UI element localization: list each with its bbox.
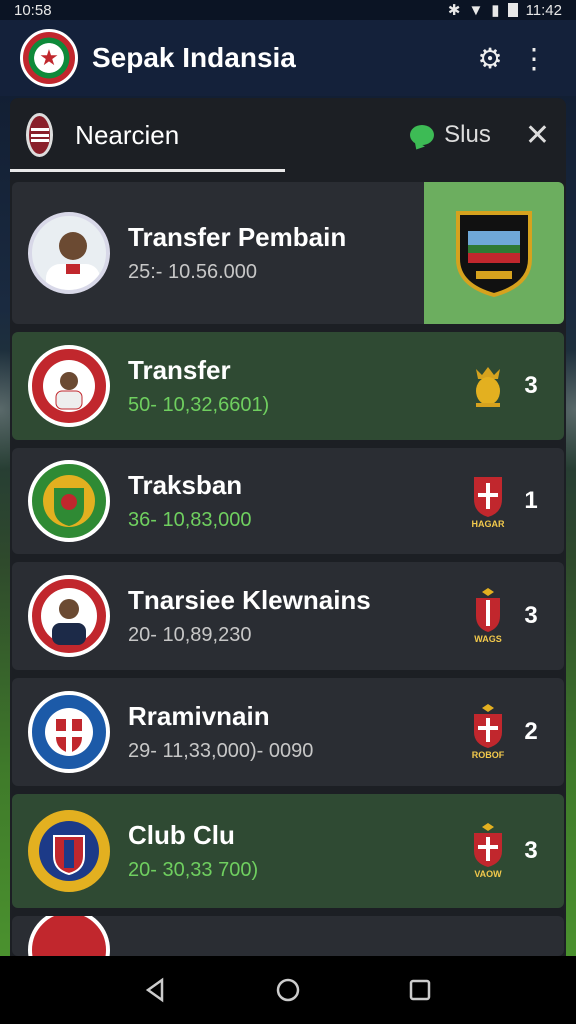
item-detail: 20- 30,33 700) [128, 859, 259, 881]
gear-icon: ⚙ [477, 42, 503, 74]
more-vert-icon: ⋮ [520, 42, 548, 74]
main-panel: Slus ✕ Transfer Pembain 25:- 10.56.000 [10, 98, 566, 958]
item-title: Rramivnain [128, 701, 270, 731]
club-avatar [28, 345, 110, 427]
shield-crest-icon [474, 823, 502, 867]
status-bar: 10:58 ✱ ▼ ▮ 11:42 [0, 0, 576, 20]
item-title: Club Clu [128, 820, 235, 850]
item-info: Club Clu 20- 30,33 700) [128, 820, 468, 882]
shield-crest-icon [474, 477, 502, 517]
club-crest: VAOW [468, 823, 508, 879]
item-title: Transfer [128, 355, 231, 385]
shield-crest-icon [476, 588, 500, 632]
list-item[interactable]: Club Clu 20- 30,33 700) VAOW 3 [12, 794, 564, 908]
item-count: 3 [524, 602, 538, 629]
item-count: 3 [524, 837, 538, 864]
rank-badge: WAGS 3 [468, 588, 540, 644]
club-avatar [28, 460, 110, 542]
chat-icon [410, 125, 435, 145]
club-avatar [28, 691, 110, 773]
item-info: Transfer 50- 10,32,6601) [128, 355, 468, 417]
filter-label: Slus [444, 121, 491, 148]
battery-icon [507, 3, 518, 17]
club-crest-tile [424, 182, 564, 324]
back-button[interactable] [136, 970, 176, 1010]
search-input[interactable] [75, 119, 411, 151]
rank-badge: HAGAR 1 [468, 473, 540, 529]
player-avatar [28, 212, 110, 294]
item-detail: 29- 11,33,000)- 0090 [128, 740, 314, 762]
close-icon: ✕ [524, 118, 550, 152]
transfer-list: Transfer Pembain 25:- 10.56.000 Transfer… [10, 172, 566, 956]
home-button[interactable] [268, 970, 308, 1010]
search-underline [10, 169, 285, 172]
rank-badge: 3 [468, 363, 540, 409]
list-item[interactable]: Transfer 50- 10,32,6601) 3 [12, 332, 564, 440]
shield-crest-icon [474, 704, 502, 748]
club-crest: WAGS [468, 588, 508, 644]
item-title: Tnarsiee Klewnains [128, 585, 371, 615]
crest-label: WAGS [474, 634, 502, 644]
signal-icon: ▮ [491, 2, 500, 19]
club-crest: ROBOF [468, 704, 508, 760]
item-detail: 20- 10,89,230 [128, 624, 252, 646]
wifi-icon: ▼ [468, 1, 484, 19]
close-button[interactable]: ✕ [525, 118, 550, 153]
list-item[interactable]: Tnarsiee Klewnains 20- 10,89,230 WAGS 3 [12, 562, 564, 670]
item-title: Traksban [128, 470, 243, 500]
crest-label: HAGAR [471, 519, 505, 529]
list-item[interactable]: Rramivnain 29- 11,33,000)- 0090 ROBOF 2 [12, 678, 564, 786]
item-info: Tnarsiee Klewnains 20- 10,89,230 [128, 585, 468, 647]
settings-button[interactable]: ⚙ [468, 36, 512, 80]
crest-label: VAOW [474, 869, 502, 879]
home-icon [276, 978, 300, 1002]
item-detail: 36- 10,83,000 [128, 509, 252, 531]
item-count: 2 [524, 718, 538, 745]
system-nav-bar [0, 956, 576, 1024]
menu-icon-button[interactable] [26, 113, 54, 157]
search-bar: Slus ✕ [10, 98, 566, 172]
status-icons: ✱ ▼ ▮ 11:42 [447, 1, 562, 20]
back-icon [145, 977, 164, 1003]
trophy-crest-icon [476, 367, 500, 407]
player-avatar [28, 575, 110, 657]
item-count: 3 [524, 372, 538, 399]
item-count: 1 [524, 487, 538, 514]
item-info: Rramivnain 29- 11,33,000)- 0090 [128, 701, 468, 763]
recents-icon [409, 979, 431, 1001]
status-clock: 11:42 [525, 1, 562, 19]
club-crest-icon [456, 211, 532, 298]
list-icon [30, 128, 49, 142]
item-info: Traksban 36- 10,83,000 [128, 470, 468, 532]
club-avatar [28, 810, 110, 892]
list-item[interactable] [12, 916, 564, 956]
recents-button[interactable] [400, 970, 440, 1010]
app-bar: ★ Sepak Indansia ⚙ ⋮ [0, 20, 576, 96]
club-avatar [28, 916, 110, 956]
rank-badge: VAOW 3 [468, 823, 540, 879]
crest-label: ROBOF [471, 750, 505, 760]
status-time: 10:58 [14, 1, 52, 19]
list-item[interactable]: Traksban 36- 10,83,000 HAGAR 1 [12, 448, 564, 554]
app-logo: ★ [20, 29, 78, 87]
rank-badge: ROBOF 2 [468, 704, 540, 760]
bluetooth-icon: ✱ [447, 2, 461, 19]
item-detail: 50- 10,32,6601) [128, 394, 270, 416]
club-crest: HAGAR [468, 473, 508, 529]
overflow-menu-button[interactable]: ⋮ [512, 36, 556, 80]
filter-chip[interactable]: Slus [410, 121, 491, 149]
app-title: Sepak Indansia [92, 42, 296, 73]
list-item[interactable]: Transfer Pembain 25:- 10.56.000 [12, 182, 564, 324]
